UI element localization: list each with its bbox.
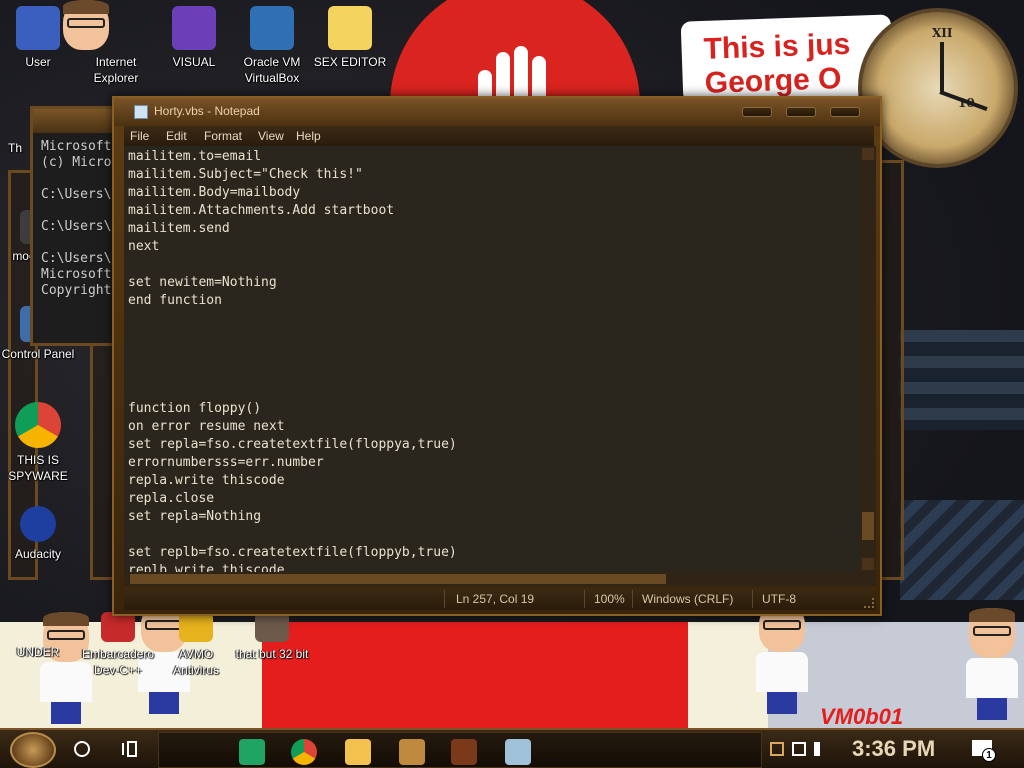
window-title: Horty.vbs - Notepad <box>154 104 260 118</box>
cartoon-figure <box>752 602 812 714</box>
resize-grip-icon[interactable] <box>864 598 874 608</box>
wallpaper-panel <box>262 622 690 728</box>
devcpp-icon <box>101 612 135 642</box>
audacity-icon <box>20 506 56 542</box>
user-folder-icon <box>16 6 60 50</box>
cartoon-figure <box>962 608 1022 720</box>
file-explorer-icon[interactable] <box>345 739 371 765</box>
status-bar: Ln 257, Col 19 100% Windows (CRLF) UTF-8 <box>124 588 876 610</box>
zoom-level: 100% <box>594 592 625 606</box>
clock[interactable]: 3:36 PM <box>852 736 935 762</box>
sheets-icon[interactable] <box>239 739 265 765</box>
wallpaper-stripes <box>900 500 1024 600</box>
menu-bar: File Edit Format View Help <box>124 126 874 146</box>
menu-edit[interactable]: Edit <box>166 129 187 143</box>
desktop-icon-visual-studio[interactable]: VISUAL <box>156 6 232 70</box>
virtualbox-icon <box>250 6 294 50</box>
menu-format[interactable]: Format <box>204 129 242 143</box>
vertical-scrollbar[interactable] <box>860 146 876 572</box>
close-button[interactable] <box>830 107 860 117</box>
desktop-icon-user[interactable]: User <box>0 6 76 70</box>
line-ending: Windows (CRLF) <box>642 592 734 606</box>
desktop-icon-antivirus[interactable]: AVMO Antivirus <box>158 612 234 678</box>
scroll-down-arrow-icon[interactable] <box>862 558 874 570</box>
desktop-icon-hex-editor[interactable]: SEX EDITOR <box>312 6 388 70</box>
generic-file-icon <box>20 610 56 640</box>
hex-editor-icon <box>328 6 372 50</box>
chrome-icon <box>15 402 61 448</box>
start-button[interactable] <box>10 732 56 768</box>
show-hidden-icons-icon[interactable] <box>770 742 784 756</box>
app-icon-1[interactable] <box>399 739 425 765</box>
menu-help[interactable]: Help <box>296 129 321 143</box>
text-editor-area[interactable]: mailitem.to=email mailitem.Subject="Chec… <box>124 146 860 572</box>
wallpaper-vm-text: VM0b01 <box>820 704 904 729</box>
network-icon[interactable] <box>792 742 806 756</box>
visual-studio-icon <box>172 6 216 50</box>
vertical-scroll-thumb[interactable] <box>862 512 874 540</box>
app-icon-3[interactable] <box>505 739 531 765</box>
taskbar: 3:36 PM 1 <box>0 728 1024 768</box>
desktop-icon-internet-explorer[interactable]: Internet Explorer <box>78 6 154 86</box>
minimize-button[interactable] <box>742 107 772 117</box>
image-file-icon <box>255 612 289 642</box>
task-view-icon[interactable] <box>122 741 140 757</box>
desktop-icon-chrome[interactable]: THIS IS SPYWARE <box>0 402 76 484</box>
menu-view[interactable]: View <box>258 129 284 143</box>
file-content: mailitem.to=email mailitem.Subject="Chec… <box>128 149 457 572</box>
internet-explorer-icon <box>94 6 138 50</box>
app-icon-2[interactable] <box>451 739 477 765</box>
encoding: UTF-8 <box>762 592 796 606</box>
chrome-icon[interactable] <box>291 739 317 765</box>
desktop-icon-32bit[interactable]: that but 32 bit <box>234 612 310 662</box>
notepad-titlebar[interactable]: Horty.vbs - Notepad <box>114 98 880 126</box>
horizontal-scroll-thumb[interactable] <box>130 574 666 584</box>
wallpaper-stripes <box>900 330 1024 430</box>
desktop-icon-devcpp[interactable]: Embarcadero Dev-C++ <box>80 612 156 678</box>
wallpaper-sign-text: This is jus George O <box>703 27 851 100</box>
antivirus-icon <box>179 612 213 642</box>
menu-file[interactable]: File <box>130 129 149 143</box>
pinned-apps-bar <box>158 732 762 768</box>
notification-count-badge: 1 <box>982 748 996 762</box>
horizontal-scrollbar[interactable] <box>124 572 876 586</box>
volume-muted-icon[interactable] <box>814 742 828 756</box>
wallpaper-clock-icon: XII 10 <box>858 8 1018 168</box>
desktop-icon-virtualbox[interactable]: Oracle VM VirtualBox <box>234 6 310 86</box>
notepad-app-icon <box>134 105 148 119</box>
desktop-icon-under[interactable]: UNDER <box>0 610 76 660</box>
search-circle-icon[interactable] <box>74 741 90 757</box>
scroll-up-arrow-icon[interactable] <box>862 148 874 160</box>
notepad-window[interactable]: Horty.vbs - Notepad File Edit Format Vie… <box>112 96 882 616</box>
desktop-icon-audacity[interactable]: Audacity <box>0 506 76 562</box>
maximize-button[interactable] <box>786 107 816 117</box>
cursor-position: Ln 257, Col 19 <box>456 592 535 606</box>
